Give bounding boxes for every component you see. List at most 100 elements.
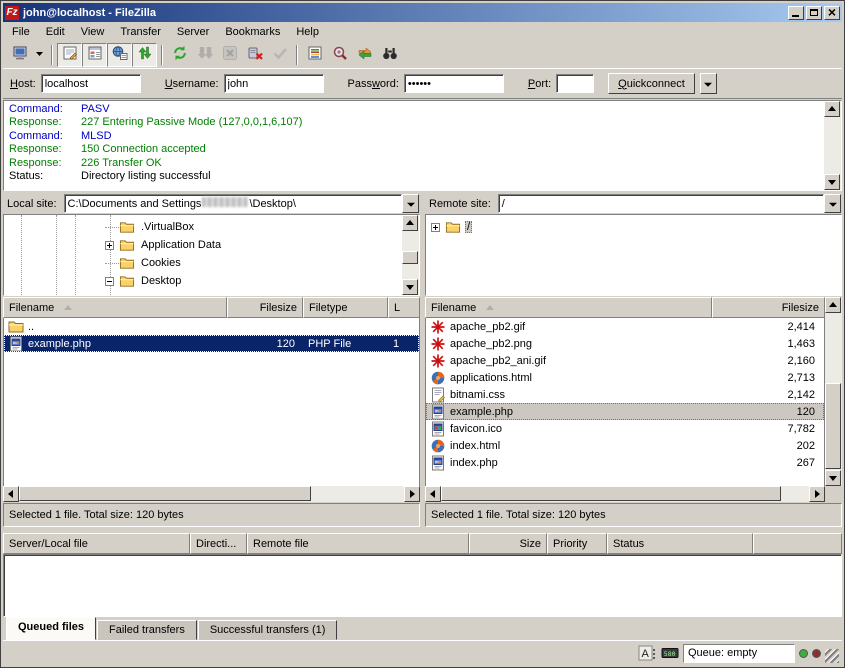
file-row-[interactable]: .. <box>4 318 419 335</box>
file-row-applications-html[interactable]: applications.html2,713 <box>426 369 824 386</box>
close-button[interactable] <box>824 6 840 20</box>
menu-view[interactable]: View <box>73 24 113 40</box>
tab-failed-transfers[interactable]: Failed transfers <box>97 620 197 640</box>
host-input[interactable] <box>41 74 141 93</box>
column-header-l[interactable]: L <box>388 297 420 318</box>
speed-limits-icon[interactable]: 580 <box>660 645 679 662</box>
tree-item-label[interactable]: Application Data <box>139 239 223 251</box>
local-tree-scrollbar[interactable] <box>402 215 419 295</box>
scroll-up-button[interactable] <box>825 297 841 313</box>
process-queue-button[interactable] <box>192 43 217 67</box>
queue-column-remote-file[interactable]: Remote file <box>247 533 469 554</box>
synchronized-browsing-button[interactable] <box>352 43 377 67</box>
file-row-example-php[interactable]: example.php120 <box>426 403 824 420</box>
file-row-bitnami-css[interactable]: bitnami.css2,142 <box>426 386 824 403</box>
find-files-button[interactable] <box>377 43 402 67</box>
scroll-up-button[interactable] <box>402 215 418 231</box>
remote-pane-list: FilenameFilesize apache_pb2.gif2,414apac… <box>425 296 842 527</box>
cancel-operation-button[interactable] <box>217 43 242 67</box>
firefox-html-icon <box>430 370 446 386</box>
maximize-button[interactable] <box>806 6 822 20</box>
file-row-apache-pb2-png[interactable]: apache_pb2.png1,463 <box>426 335 824 352</box>
transfer-type-indicator-icon[interactable]: A <box>637 645 656 662</box>
scroll-right-button[interactable] <box>404 486 420 502</box>
chevron-down-icon <box>407 202 415 206</box>
local-list-hscrollbar[interactable] <box>3 486 420 502</box>
tree-item-cookies[interactable]: Cookies <box>4 254 402 272</box>
password-input[interactable] <box>404 74 504 93</box>
username-input[interactable] <box>224 74 324 93</box>
tree-item-[interactable]: / <box>426 218 841 236</box>
quickconnect-dropdown-button[interactable] <box>700 73 717 94</box>
queue-column-priority[interactable]: Priority <box>547 533 607 554</box>
message-log-scrollbar[interactable] <box>824 101 841 190</box>
menu-edit[interactable]: Edit <box>38 24 73 40</box>
tree-item-application-data[interactable]: Application Data <box>4 236 402 254</box>
menu-transfer[interactable]: Transfer <box>112 24 169 40</box>
column-header-filename[interactable]: Filename <box>425 297 712 318</box>
scroll-left-button[interactable] <box>3 486 19 502</box>
collapse-icon[interactable] <box>105 277 114 286</box>
column-header-filesize[interactable]: Filesize <box>712 297 825 318</box>
file-row-index-html[interactable]: index.html202 <box>426 437 824 454</box>
port-input[interactable] <box>556 74 594 93</box>
minimize-button[interactable] <box>788 6 804 20</box>
tree-item-desktop[interactable]: Desktop <box>4 272 402 290</box>
scroll-left-button[interactable] <box>425 486 441 502</box>
file-row-favicon-ico[interactable]: favicon.ico7,782 <box>426 420 824 437</box>
scrollbar-thumb[interactable] <box>19 486 311 501</box>
column-header-filesize[interactable]: Filesize <box>227 297 303 318</box>
tree-item-label[interactable]: Cookies <box>139 257 183 269</box>
disconnect-button[interactable] <box>242 43 267 67</box>
column-header-filetype[interactable]: Filetype <box>303 297 388 318</box>
local-site-combobox[interactable]: C:\Documents and Settings\Desktop\ <box>64 194 419 213</box>
file-row-apache-pb2-ani-gif[interactable]: apache_pb2_ani.gif2,160 <box>426 352 824 369</box>
toggle-message-log-button[interactable] <box>57 43 82 67</box>
site-manager-dropdown-button[interactable] <box>32 43 47 67</box>
remote-list-hscrollbar[interactable] <box>425 486 825 502</box>
toggle-remote-tree-button[interactable] <box>107 43 132 67</box>
queue-column-size[interactable]: Size <box>469 533 547 554</box>
remote-list-scrollbar[interactable] <box>825 297 842 486</box>
menu-bookmarks[interactable]: Bookmarks <box>217 24 288 40</box>
tab-successful-transfers-1[interactable]: Successful transfers (1) <box>198 620 338 640</box>
scrollbar-thumb[interactable] <box>825 383 841 469</box>
filter-button[interactable] <box>302 43 327 67</box>
scroll-down-button[interactable] <box>402 279 418 295</box>
tree-item-label[interactable]: / <box>465 221 472 233</box>
tree-item-virtualbox[interactable]: .VirtualBox <box>4 218 402 236</box>
file-row-index-php[interactable]: index.php267 <box>426 454 824 471</box>
site-manager-button[interactable] <box>7 43 32 67</box>
column-header-filename[interactable]: Filename <box>3 297 227 318</box>
file-row-apache-pb2-gif[interactable]: apache_pb2.gif2,414 <box>426 318 824 335</box>
remote-site-combobox[interactable]: / <box>498 194 841 213</box>
file-row-example-php[interactable]: example.php120PHP File1 <box>4 335 419 352</box>
remote-site-dropdown-button[interactable] <box>824 194 841 213</box>
queue-column-server-local-file[interactable]: Server/Local file <box>3 533 190 554</box>
scroll-right-button[interactable] <box>809 486 825 502</box>
tree-item-label[interactable]: Desktop <box>139 275 183 287</box>
queue-column-blank[interactable] <box>753 533 842 554</box>
refresh-button[interactable] <box>167 43 192 67</box>
toggle-transfer-queue-button[interactable] <box>132 43 157 67</box>
queue-column-status[interactable]: Status <box>607 533 753 554</box>
menu-server[interactable]: Server <box>169 24 217 40</box>
scroll-down-button[interactable] <box>824 174 840 190</box>
resize-grip[interactable] <box>825 649 839 663</box>
menu-file[interactable]: File <box>4 24 38 40</box>
expand-icon[interactable] <box>431 223 440 232</box>
tab-queued-files[interactable]: Queued files <box>6 617 96 640</box>
local-site-dropdown-button[interactable] <box>402 194 419 213</box>
toggle-local-tree-button[interactable] <box>82 43 107 67</box>
scrollbar-thumb[interactable] <box>402 251 418 264</box>
compare-button[interactable] <box>327 43 352 67</box>
scroll-up-button[interactable] <box>824 101 840 117</box>
scroll-down-button[interactable] <box>825 470 841 486</box>
reconnect-button[interactable] <box>267 43 292 67</box>
scrollbar-thumb[interactable] <box>441 486 781 501</box>
tree-item-label[interactable]: .VirtualBox <box>139 221 196 233</box>
expand-icon[interactable] <box>105 241 114 250</box>
quickconnect-button[interactable]: Quickconnect <box>608 73 695 94</box>
queue-column-directi[interactable]: Directi... <box>190 533 247 554</box>
menu-help[interactable]: Help <box>288 24 327 40</box>
